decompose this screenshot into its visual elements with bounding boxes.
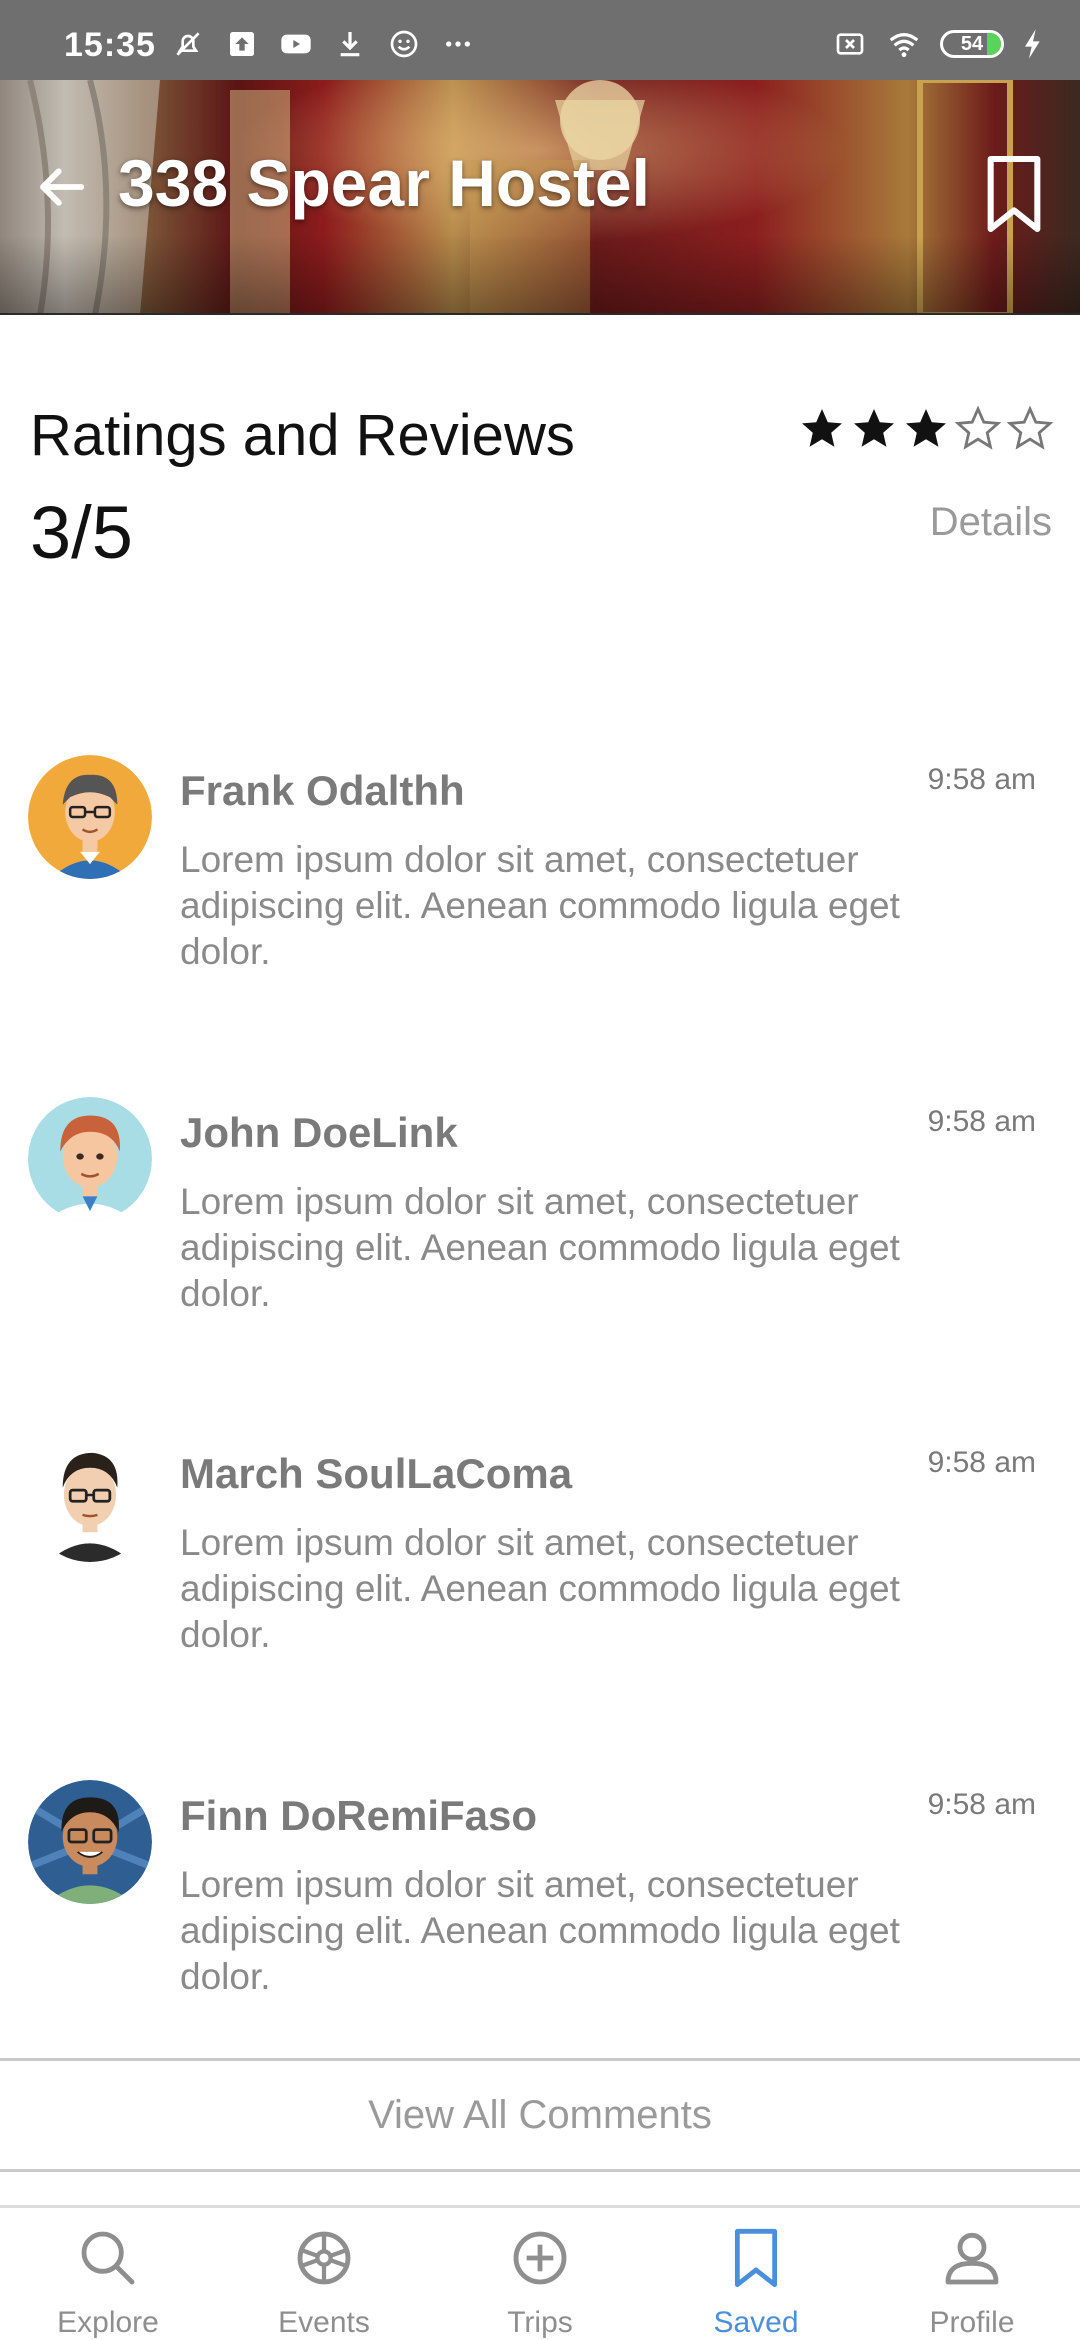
nav-label-explore: Explore	[57, 2306, 159, 2339]
nav-item-events[interactable]: Events	[216, 2208, 432, 2340]
nav-item-trips[interactable]: Trips	[432, 2208, 648, 2340]
battery-level: 54	[960, 33, 984, 55]
plus-circle-icon	[513, 2231, 567, 2285]
arrow-left-icon[interactable]	[34, 160, 88, 214]
view-all-comments-button[interactable]: View All Comments	[0, 2058, 1080, 2172]
smiley-icon	[390, 30, 418, 58]
star-filled-icon	[854, 409, 894, 447]
avatar	[28, 1438, 152, 1562]
rating-stars	[798, 405, 1054, 453]
star-filled-icon	[802, 409, 842, 447]
nav-label-events: Events	[278, 2306, 370, 2339]
bottom-navigation: Explore Events Trips Saved Profile	[0, 2205, 1080, 2340]
reviewer-name: Finn DoRemiFaso	[180, 1792, 538, 1839]
bookmark-icon[interactable]	[986, 154, 1042, 234]
review-text: Lorem ipsum dolor sit amet, consectetuer…	[180, 1522, 900, 1655]
review-item: Finn DoRemiFaso 9:58 am Lorem ipsum dolo…	[0, 1780, 1080, 2040]
nav-item-saved[interactable]: Saved	[648, 2208, 864, 2340]
review-time: 9:58 am	[927, 1105, 1036, 1138]
wifi-icon	[889, 33, 919, 58]
status-time: 15:35	[64, 26, 156, 64]
page-title: 338 Spear Hostel	[118, 146, 650, 220]
review-time: 9:58 am	[927, 1446, 1036, 1479]
status-system-icons: 54	[832, 28, 1044, 60]
download-icon	[340, 32, 360, 57]
avatar	[28, 1780, 152, 1904]
bookmark-icon	[734, 2228, 778, 2288]
nav-label-trips: Trips	[507, 2306, 573, 2339]
nav-item-explore[interactable]: Explore	[0, 2208, 216, 2340]
star-empty-icon	[1006, 405, 1054, 450]
header-divider	[0, 313, 1080, 315]
search-icon	[81, 2231, 135, 2285]
review-item: Frank Odalthh 9:58 am Lorem ipsum dolor …	[0, 755, 1080, 1015]
more-icon	[446, 41, 470, 47]
bell-off-icon	[176, 32, 200, 56]
details-link[interactable]: Details	[930, 500, 1052, 545]
ratings-title: Ratings and Reviews	[30, 403, 575, 468]
star-filled-icon	[906, 409, 946, 447]
avatar	[28, 755, 152, 879]
review-text: Lorem ipsum dolor sit amet, consectetuer…	[180, 839, 900, 972]
avatar	[28, 1097, 152, 1221]
nav-item-profile[interactable]: Profile	[864, 2208, 1080, 2340]
person-icon	[945, 2232, 999, 2285]
review-text: Lorem ipsum dolor sit amet, consectetuer…	[180, 1181, 900, 1314]
youtube-icon	[281, 34, 311, 54]
status-bar: 15:35 54	[0, 0, 1080, 80]
review-item: March SoulLaComa 9:58 am Lorem ipsum dol…	[0, 1438, 1080, 1698]
upload-icon	[230, 32, 254, 56]
reviewer-name: Frank Odalthh	[180, 767, 465, 814]
sim-off-icon	[836, 33, 864, 55]
review-time: 9:58 am	[927, 763, 1036, 796]
star-empty-icon	[954, 405, 1002, 450]
battery-icon: 54	[940, 30, 1004, 58]
reviewer-name: March SoulLaComa	[180, 1450, 573, 1497]
nav-label-saved: Saved	[713, 2306, 799, 2339]
review-text: Lorem ipsum dolor sit amet, consectetuer…	[180, 1864, 900, 1997]
wheel-icon	[297, 2231, 351, 2285]
status-notification-icons	[170, 28, 476, 60]
review-time: 9:58 am	[927, 1788, 1036, 1821]
rating-score: 3/5	[30, 491, 133, 574]
nav-label-profile: Profile	[929, 2306, 1015, 2339]
reviewer-name: John DoeLink	[180, 1109, 458, 1156]
charging-icon	[1025, 29, 1040, 59]
review-item: John DoeLink 9:58 am Lorem ipsum dolor s…	[0, 1097, 1080, 1357]
